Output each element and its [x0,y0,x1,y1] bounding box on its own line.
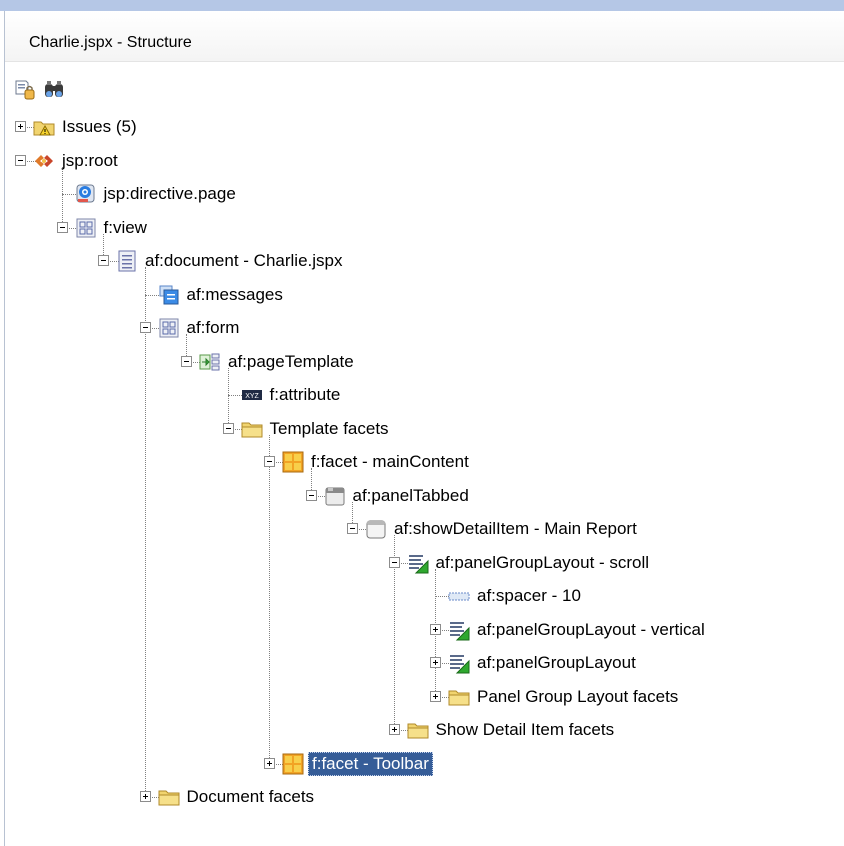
tree-node-label: f:facet - mainContent [311,452,469,471]
tree-node-label: Template facets [269,418,389,438]
tree-node[interactable]: af:spacer - 10 [448,581,584,611]
tree-node[interactable]: Issues (5) [33,112,140,142]
structure-panel: Charlie.jspx - Structure Issues (5) jsp:r… [4,11,844,846]
tree-node[interactable]: af:panelGroupLayout [448,648,639,678]
panel-tabbed-icon [325,487,344,505]
facet-icon [282,753,304,774]
tree-node[interactable]: f:facet - mainContent [282,447,472,477]
tree-node-label: f:facet - Toolbar [308,751,433,776]
collapse-toggle[interactable] [305,489,317,501]
tree-node-label: af:panelGroupLayout - vertical [477,619,705,639]
window-top-border [0,0,844,11]
expand-toggle[interactable] [264,757,275,769]
tree-node[interactable]: af:document - Charlie.jspx [116,246,345,276]
panel-title-bar: Charlie.jspx - Structure [5,11,844,62]
tree-node-label: af:panelGroupLayout [477,653,636,672]
document-icon [118,250,136,272]
tree-node-label: af:panelGroupLayout - scroll [435,552,650,572]
tree-node-label: f:view [103,217,147,237]
collapse-toggle[interactable] [264,456,275,467]
tree-node[interactable]: XYZ f:attribute [241,380,344,410]
tree-node-label: f:attribute [269,385,341,404]
tree-node[interactable]: f:facet - Toolbar [282,749,433,779]
expand-toggle[interactable] [430,657,441,668]
tree-node-label: jsp:root [62,150,118,170]
jsp-root-icon [35,154,53,167]
expand-toggle[interactable] [139,791,151,802]
expand-toggle[interactable] [430,690,441,702]
tree-node-label: Document facets [186,787,315,806]
tree-node[interactable]: af:messages [158,280,286,310]
collapse-toggle[interactable] [15,154,26,166]
tree-node-label: af:form [186,318,240,337]
collapse-toggle[interactable] [347,523,358,534]
tree-node[interactable]: Template facets [241,414,392,444]
expand-toggle[interactable] [430,623,441,635]
svg-text:XYZ: XYZ [245,393,259,400]
collapse-toggle[interactable] [139,322,151,333]
spacer-icon [448,592,470,601]
collapse-toggle[interactable] [181,355,192,367]
tree-node[interactable]: Document facets [158,782,318,812]
freeze-view-icon[interactable] [14,79,36,101]
messages-icon [159,285,178,304]
tree-node[interactable]: af:showDetailItem - Main Report [365,514,640,544]
warning-folder-icon [33,121,55,136]
tree-node[interactable]: Panel Group Layout facets [448,682,681,712]
tree-node-label: Issues (5) [62,117,137,136]
tree-node[interactable]: af:panelGroupLayout - scroll [407,548,653,578]
tree-node[interactable]: af:form [158,313,243,343]
attribute-icon: XYZ [241,390,262,400]
tree-node[interactable]: jsp:root [33,146,121,176]
show-detail-item-icon [366,520,386,539]
tree-node-label: af:showDetailItem - Main Report [394,519,637,538]
tree-node-label: af:document - Charlie.jspx [145,251,343,270]
tree-node[interactable]: Show Detail Item facets [407,715,618,745]
directive-icon [76,184,94,203]
tree-node[interactable]: af:pageTemplate [199,347,357,377]
tree-node-label: jsp:directive.page [103,184,236,203]
panel-title: Charlie.jspx - Structure [29,34,192,51]
tree-node-label: af:panelTabbed [352,485,469,505]
folder-icon [407,723,428,739]
view-icon [76,218,95,237]
panel-group-layout-icon [450,655,470,674]
panel-group-layout-icon [408,554,428,573]
tree-node[interactable]: af:panelTabbed [324,481,472,511]
facet-icon [282,451,304,473]
expand-toggle[interactable] [15,121,26,132]
tree-node[interactable]: f:view [75,213,150,243]
tree-node-label: af:spacer - 10 [477,586,581,605]
tree-node[interactable]: af:panelGroupLayout - vertical [448,615,708,645]
collapse-toggle[interactable] [98,255,109,266]
collapse-toggle[interactable] [222,422,234,434]
folder-icon [448,690,470,705]
collapse-toggle[interactable] [388,556,400,568]
collapse-toggle[interactable] [56,221,68,233]
tree-node-label: Panel Group Layout facets [477,686,679,706]
folder-icon [241,422,262,437]
tree-node[interactable]: jsp:directive.page [75,179,239,209]
find-binoculars-icon[interactable] [43,79,65,101]
tree-connector-line [269,434,270,764]
tree-node-label: Show Detail Item facets [435,720,615,739]
tree-connector-line [227,367,229,429]
panel-group-layout-icon [450,621,470,640]
page-template-icon [199,353,220,370]
form-icon [159,318,178,338]
tree-node-label: af:pageTemplate [228,351,354,371]
tree-connector-line [61,166,63,228]
tree-connector-line [144,267,146,797]
expand-toggle[interactable] [388,724,400,735]
tree-node-label: af:messages [186,284,283,304]
folder-icon [158,790,179,806]
